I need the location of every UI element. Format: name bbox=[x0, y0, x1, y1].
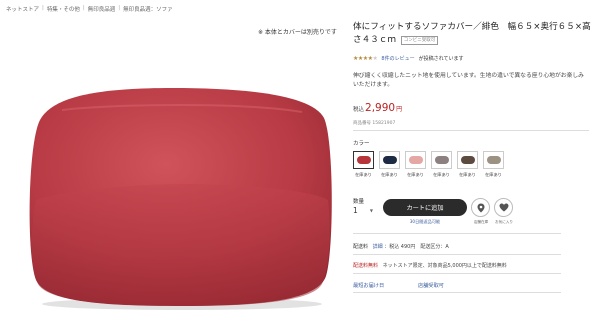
location-pin-icon bbox=[477, 203, 484, 212]
breadcrumb-separator: | bbox=[82, 5, 85, 11]
color-swatches: 在庫あり 在庫あり 在庫あり 在庫あり 在庫あり 在庫あり bbox=[353, 151, 504, 178]
breadcrumb-item[interactable]: 特集・その他 bbox=[47, 5, 80, 13]
swatch-box bbox=[405, 151, 426, 169]
rating-stars: ★★★★★ bbox=[353, 55, 378, 62]
price-tax-label: 税込 bbox=[353, 107, 365, 113]
delivery-date-link[interactable]: 最短お届け日 bbox=[353, 282, 418, 289]
breadcrumb-separator: | bbox=[42, 5, 44, 11]
swatch-box bbox=[379, 151, 400, 169]
swatch-chip bbox=[486, 156, 501, 164]
review-suffix: が投稿されています bbox=[418, 56, 464, 62]
color-swatch[interactable]: 在庫あり bbox=[431, 151, 452, 178]
swatch-stock: 在庫あり bbox=[433, 172, 450, 177]
color-swatch[interactable]: 在庫あり bbox=[457, 151, 478, 178]
swatch-chip bbox=[434, 156, 449, 164]
swatch-box bbox=[353, 151, 374, 169]
divider bbox=[353, 254, 561, 255]
shipping-info: 配送料 詳細 ：税込 490円 配送区分：A bbox=[353, 243, 449, 250]
favorite-caption: お気に入り bbox=[495, 220, 513, 224]
color-label: カラー bbox=[353, 141, 370, 147]
swatch-stock: 在庫あり bbox=[355, 172, 372, 177]
shipping-detail-link[interactable]: 詳細 bbox=[373, 244, 383, 250]
quantity-label: 数量 bbox=[353, 199, 365, 205]
divider bbox=[353, 233, 561, 234]
breadcrumb-item[interactable]: 無印良品週：ソファ bbox=[123, 5, 173, 13]
favorite-button[interactable] bbox=[494, 198, 513, 217]
chevron-down-icon: ▼ bbox=[369, 208, 373, 213]
breadcrumb-separator: | bbox=[118, 5, 121, 11]
breadcrumb: ネットストア | 特集・その他 | 無印良品週 | 無印良品週：ソファ bbox=[6, 5, 173, 13]
add-to-cart-button[interactable]: カートに追加 bbox=[383, 199, 467, 216]
swatch-chip bbox=[408, 156, 423, 164]
star-empty-icon: ★ bbox=[372, 55, 378, 62]
info-links: 最短お届け日 店舗受取可 bbox=[353, 282, 444, 289]
quantity-value: 1 bbox=[353, 206, 358, 215]
swatch-stock: 在庫あり bbox=[381, 172, 398, 177]
color-swatch[interactable]: 在庫あり bbox=[483, 151, 504, 178]
divider bbox=[353, 130, 589, 131]
shipping-text: ：税込 490円 配送区分：A bbox=[384, 244, 449, 250]
color-swatch[interactable]: 在庫あり bbox=[353, 151, 374, 178]
color-swatch[interactable]: 在庫あり bbox=[379, 151, 400, 178]
color-swatch[interactable]: 在庫あり bbox=[405, 151, 426, 178]
product-title-text: 体にフィットするソファカバー／緋色 幅６５×奥行６５×高さ４３ｃｍ bbox=[353, 22, 591, 45]
price: 税込 2,990 円 bbox=[353, 102, 402, 114]
free-shipping-text: ネットストア限定、対象商品5,000円以上で配送料無料 bbox=[382, 263, 507, 269]
swatch-chip bbox=[356, 156, 371, 164]
divider bbox=[353, 292, 561, 293]
image-note: ※ 本体とカバーは別売りです bbox=[258, 29, 337, 36]
product-image[interactable] bbox=[22, 80, 337, 312]
swatch-box bbox=[483, 151, 504, 169]
divider bbox=[353, 273, 561, 274]
store-pickup-link[interactable]: 店舗受取可 bbox=[418, 282, 444, 289]
free-shipping-info: 配送料無料 ネットストア限定、対象商品5,000円以上で配送料無料 bbox=[353, 262, 507, 269]
store-stock-button[interactable] bbox=[471, 198, 490, 217]
price-unit: 円 bbox=[396, 106, 403, 113]
swatch-stock: 在庫あり bbox=[459, 172, 476, 177]
breadcrumb-item[interactable]: 無印良品週 bbox=[88, 5, 116, 13]
swatch-chip bbox=[460, 156, 475, 164]
item-number: 商品番号 15821907 bbox=[353, 121, 396, 126]
star-icon: ★★★★ bbox=[353, 55, 373, 62]
swatch-chip bbox=[382, 156, 397, 164]
price-amount: 2,990 bbox=[365, 102, 396, 114]
heart-icon bbox=[499, 203, 508, 212]
review-link[interactable]: 8件のレビュー bbox=[381, 55, 414, 62]
shipping-label: 配送料 bbox=[353, 244, 369, 250]
convenience-pickup-tag: コンビニ受取可 bbox=[400, 35, 439, 45]
free-shipping-label: 配送料無料 bbox=[353, 263, 379, 269]
swatch-stock: 在庫あり bbox=[407, 172, 424, 177]
swatch-stock: 在庫あり bbox=[485, 172, 502, 177]
quantity-select[interactable]: 1 ▼ bbox=[353, 205, 373, 216]
rating: ★★★★★ 8件のレビュー が投稿されています bbox=[353, 55, 463, 62]
breadcrumb-item[interactable]: ネットストア bbox=[6, 5, 39, 13]
return-policy-link[interactable]: 30日間返品可能 bbox=[383, 219, 467, 225]
swatch-box bbox=[431, 151, 452, 169]
product-title: 体にフィットするソファカバー／緋色 幅６５×奥行６５×高さ４３ｃｍ コンビニ受取… bbox=[353, 21, 593, 46]
product-description: 伸び縮くく収縮したニット地を使用しています。生地の違いで異なる座り心地がお楽しみ… bbox=[353, 73, 584, 88]
swatch-box bbox=[457, 151, 478, 169]
